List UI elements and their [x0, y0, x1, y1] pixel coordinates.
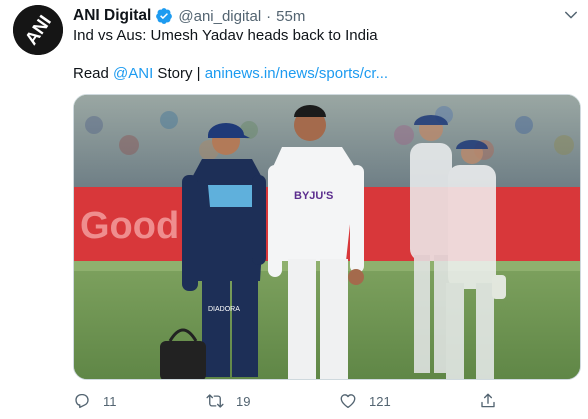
bag-text: DIADORA [208, 306, 240, 313]
reply-count: 11 [103, 393, 117, 409]
tweet-headline: Ind vs Aus: Umesh Yadav heads back to In… [73, 27, 378, 44]
like-button[interactable]: 121 [339, 390, 391, 412]
tweet-card[interactable]: ANI ANI Digital @ani_digital · 55m Ind v… [0, 0, 588, 419]
share-icon [481, 393, 495, 408]
tweet-header: ANI Digital @ani_digital · 55m [73, 5, 305, 27]
avatar[interactable]: ANI [13, 5, 63, 55]
read-prefix: Read [73, 65, 114, 82]
retweet-icon [206, 394, 224, 408]
heart-icon [340, 394, 356, 409]
mention-link[interactable]: @ANI [113, 65, 153, 82]
display-name[interactable]: ANI Digital [73, 7, 151, 25]
tweet-actions: 11 19 121 [73, 390, 573, 412]
share-button[interactable] [479, 390, 497, 412]
retweet-button[interactable]: 19 [206, 390, 250, 412]
ani-logo-icon: ANI [13, 5, 63, 55]
reply-button[interactable]: 11 [73, 390, 117, 412]
chevron-down-icon [565, 11, 577, 19]
retweet-count: 19 [236, 393, 251, 409]
like-count: 121 [369, 393, 391, 409]
author-handle[interactable]: @ani_digital [178, 8, 261, 25]
tweet-timestamp[interactable]: 55m [276, 8, 305, 25]
read-middle: Story | [153, 65, 205, 82]
tweet-photo[interactable]: Good DIADORA BYJU'S [73, 94, 581, 380]
article-url-link[interactable]: aninews.in/news/sports/cr... [205, 65, 388, 82]
board-text: Good [80, 205, 179, 247]
separator-dot: · [266, 7, 272, 25]
more-options-icon[interactable] [562, 6, 580, 24]
tweet-read-line: Read @ANI Story | aninews.in/news/sports… [73, 64, 388, 84]
verified-badge-icon [155, 7, 173, 25]
reply-icon [75, 393, 89, 409]
shirt-sponsor-text: BYJU'S [294, 190, 333, 202]
cricket-photo-image: Good DIADORA BYJU'S [74, 95, 580, 379]
